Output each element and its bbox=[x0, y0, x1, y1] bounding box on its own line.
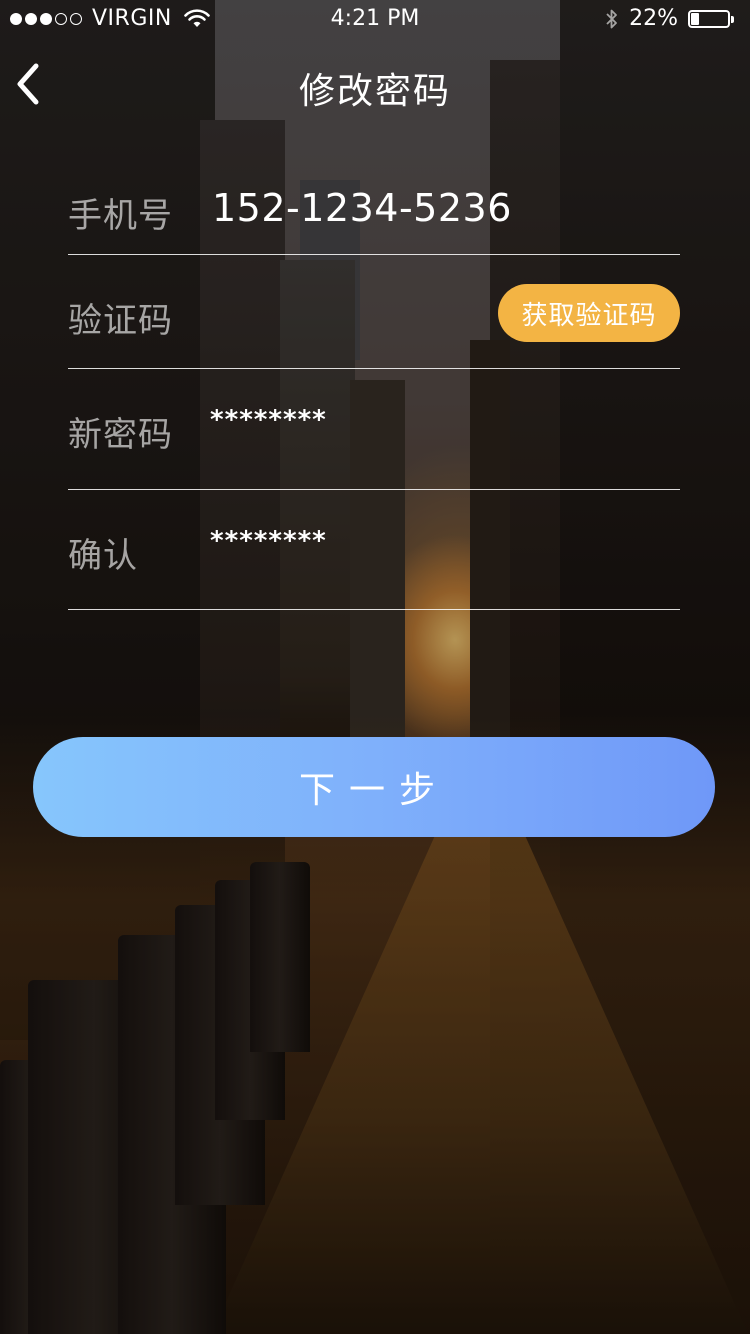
new-password-input[interactable]: ******** bbox=[210, 405, 327, 435]
bluetooth-icon bbox=[606, 9, 617, 28]
confirm-password-row: 确认 ******** bbox=[68, 490, 680, 610]
code-row: 验证码 获取验证码 bbox=[68, 255, 680, 369]
screen: VIRGIN 4:21 PM 22% 修改密码 手机号 152-1234-523… bbox=[0, 0, 750, 1334]
phone-input[interactable]: 152-1234-5236 bbox=[212, 186, 512, 230]
status-right: 22% bbox=[605, 6, 736, 31]
battery-icon bbox=[688, 8, 736, 30]
new-password-row: 新密码 ******** bbox=[68, 369, 680, 490]
get-code-button[interactable]: 获取验证码 bbox=[498, 284, 680, 342]
code-label: 验证码 bbox=[68, 301, 173, 341]
page-title: 修改密码 bbox=[298, 71, 451, 112]
phone-row: 手机号 152-1234-5236 bbox=[68, 150, 680, 255]
nav-bar: 修改密码 bbox=[0, 40, 750, 128]
confirm-password-input[interactable]: ******** bbox=[210, 526, 327, 556]
next-button[interactable]: 下一步 bbox=[33, 737, 715, 837]
battery-percent: 22% bbox=[629, 6, 678, 31]
new-password-label: 新密码 bbox=[68, 415, 173, 455]
phone-label: 手机号 bbox=[68, 196, 173, 236]
status-bar: VIRGIN 4:21 PM 22% bbox=[0, 0, 750, 40]
change-password-form: 手机号 152-1234-5236 验证码 获取验证码 新密码 ********… bbox=[68, 150, 680, 610]
confirm-password-label: 确认 bbox=[68, 536, 138, 576]
